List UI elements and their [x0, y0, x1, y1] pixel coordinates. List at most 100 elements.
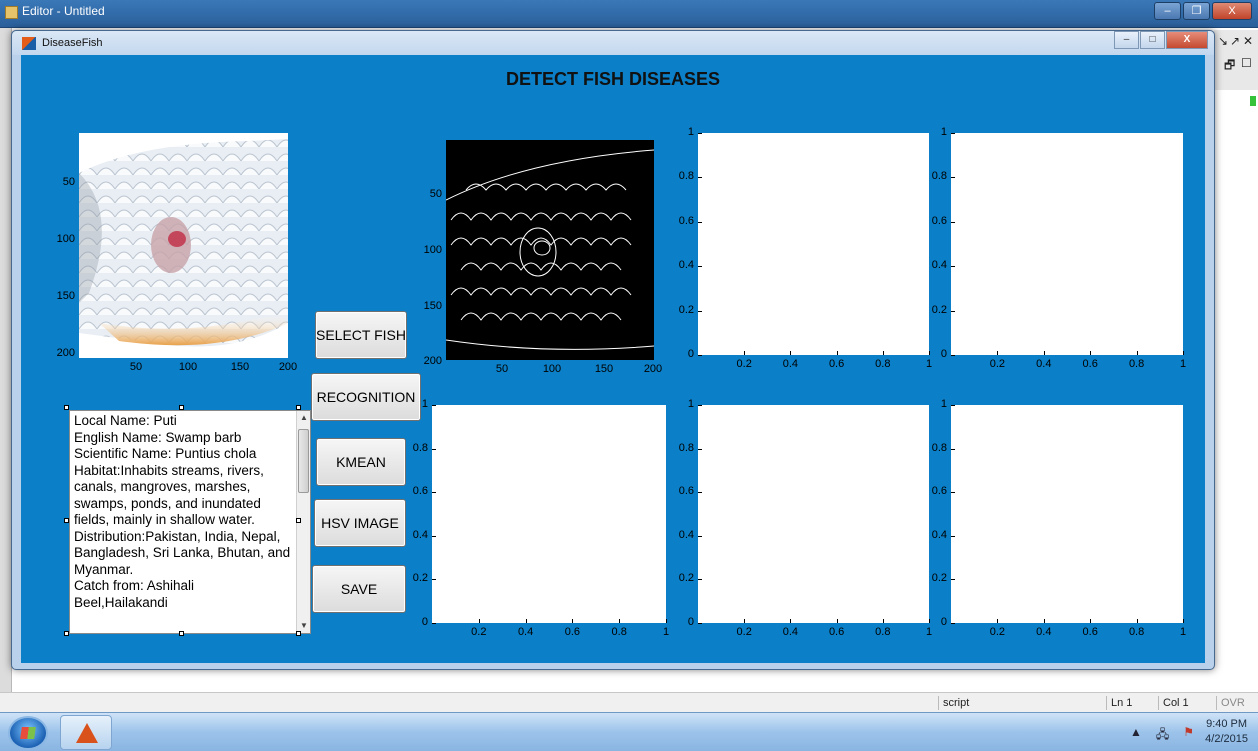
plot-axes-ytick: 0.6: [412, 485, 428, 498]
fish-info-text: Local Name: Puti English Name: Swamp bar…: [74, 413, 291, 610]
save-button[interactable]: SAVE: [312, 565, 406, 613]
plot-axes: [698, 133, 929, 355]
plot-axes-ytick-mark: [432, 405, 436, 406]
plot-axes-ytick: 1: [687, 126, 694, 138]
start-button[interactable]: [8, 716, 48, 750]
scroll-up-icon[interactable]: ▲: [300, 413, 308, 422]
selection-handle[interactable]: [296, 518, 301, 523]
plot-axes-ytick: 0.6: [678, 214, 694, 227]
plot-axes-ytick-mark: [698, 310, 702, 312]
undock-icon[interactable]: ↘: [1218, 34, 1228, 48]
selection-handle[interactable]: [296, 631, 301, 636]
restore-icon[interactable]: 🗗: [1224, 56, 1235, 77]
plot-axes-ytick: 0.8: [678, 170, 694, 183]
plot-axes-ytick-mark: [951, 133, 955, 134]
figure-minimize-button[interactable]: –: [1114, 31, 1139, 49]
hsv-image-button[interactable]: HSV IMAGE: [314, 499, 406, 547]
plot-axes-ytick-mark: [698, 448, 702, 450]
fish-axes-xtick: 150: [230, 361, 250, 373]
plot-axes-xtick-mark: [1136, 351, 1138, 355]
plot-axes-ytick-mark: [698, 133, 702, 134]
fish-axes-ytick: 200: [56, 347, 75, 359]
plot-axes-ytick: 0.2: [931, 572, 947, 585]
editor-close-button[interactable]: X: [1212, 2, 1252, 20]
fish-image: [79, 133, 288, 358]
plot-axes-xtick: 0.4: [782, 626, 799, 638]
plot-axes-xtick-mark: [1043, 351, 1045, 355]
selection-handle[interactable]: [64, 405, 69, 410]
selection-handle[interactable]: [179, 631, 184, 636]
plot-axes-xtick: 0.4: [517, 626, 534, 638]
plot-axes-ytick-mark: [951, 405, 955, 406]
plot-axes: [951, 405, 1183, 623]
tray-arrow-icon[interactable]: ▲: [1130, 725, 1142, 746]
plot-axes-xtick: 0.6: [828, 358, 845, 370]
info-scroll-thumb[interactable]: [298, 429, 309, 493]
recognition-button[interactable]: RECOGNITION: [311, 373, 421, 421]
plot-axes-ytick-mark: [951, 448, 955, 450]
dock-icon[interactable]: ↗: [1230, 34, 1240, 48]
clock[interactable]: 9:40 PM 4/2/2015: [1205, 717, 1248, 747]
plot-axes-ytick: 0: [940, 616, 947, 628]
plot-axes-xtick: 1: [1179, 358, 1187, 370]
plot-axes-ytick: 1: [687, 398, 694, 410]
plot-axes-xtick-mark: [882, 351, 884, 355]
selection-handle[interactable]: [179, 405, 184, 410]
plot-axes-xtick-mark: [666, 619, 667, 623]
plot-axes: [432, 405, 666, 623]
fish-info-textbox[interactable]: Local Name: Puti English Name: Swamp bar…: [69, 410, 311, 634]
matlab-icon: [22, 37, 36, 50]
editor-titlebar: Editor - Untitled – ❐ X: [0, 0, 1258, 28]
plot-axes-xtick: 0.6: [1082, 358, 1098, 370]
figure-maximize-button[interactable]: □: [1140, 31, 1165, 49]
editor-minimize-button[interactable]: –: [1154, 2, 1181, 20]
plot-axes-xtick: 0.2: [989, 626, 1006, 638]
plot-axes-xtick-mark: [997, 619, 999, 623]
plot-axes-xtick-mark: [836, 351, 838, 355]
fish-image-axes: [79, 133, 288, 358]
plot-axes-xtick-mark: [525, 619, 527, 623]
plot-axes-xtick: 0.2: [471, 626, 487, 638]
flag-icon[interactable]: ⚑: [1183, 725, 1194, 746]
select-fish-button[interactable]: SELECT FISH: [315, 311, 407, 359]
figure-title: DiseaseFish: [42, 37, 103, 49]
plot-axes-ytick-mark: [698, 355, 702, 356]
status-indicator: [1250, 96, 1256, 106]
clock-time: 9:40 PM: [1206, 718, 1248, 730]
fish-axes-ytick: 50: [62, 176, 75, 188]
plot-axes-ytick-mark: [698, 266, 702, 268]
plot-axes-ytick-mark: [698, 579, 702, 581]
editor-title: Editor - Untitled: [22, 4, 105, 18]
status-col: Col 1: [1158, 696, 1214, 710]
plot-axes-ytick: 0.4: [412, 528, 428, 541]
plot-axes-ytick: 0.2: [678, 303, 694, 316]
plot-axes-ytick-mark: [698, 623, 702, 624]
kmean-button[interactable]: KMEAN: [316, 438, 406, 486]
network-icon[interactable]: 🖧: [1156, 725, 1169, 746]
plot-axes-ytick: 0.6: [931, 485, 947, 498]
edge-axes-xtick: 200: [643, 363, 663, 375]
selection-handle[interactable]: [296, 405, 301, 410]
selection-handle[interactable]: [64, 631, 69, 636]
plot-axes-ytick-mark: [951, 355, 955, 356]
plot-axes-ytick: 1: [940, 126, 947, 138]
edge-axes-ytick: 200: [423, 355, 442, 367]
plot-axes-ytick: 0.4: [678, 528, 694, 541]
plot-axes-ytick: 0.4: [931, 259, 947, 272]
plot-axes-ytick: 0.6: [678, 485, 694, 498]
plot-axes-ytick-mark: [698, 535, 702, 537]
editor-maximize-button[interactable]: ❐: [1183, 2, 1210, 20]
plot-axes-xtick: 0.8: [1128, 358, 1145, 370]
matlab-taskbar-button[interactable]: [60, 715, 112, 750]
editor-window-controls: – ❐ X: [1154, 2, 1252, 20]
maximize-icon[interactable]: ☐: [1241, 56, 1252, 70]
close-icon[interactable]: ✕: [1243, 34, 1253, 48]
fish-axes-ytick: 150: [56, 290, 75, 302]
taskbar: ▲ 🖧 ⚑ 9:40 PM 4/2/2015: [0, 712, 1258, 751]
editor-right-toolbar: ↘ ↗ ✕ 🗗 ☐: [1214, 30, 1258, 90]
selection-handle[interactable]: [64, 518, 69, 523]
plot-axes-xtick-mark: [790, 351, 792, 355]
scroll-down-icon[interactable]: ▼: [300, 621, 308, 630]
figure-close-button[interactable]: X: [1166, 31, 1208, 49]
edge-axes-xtick: 150: [594, 363, 614, 375]
